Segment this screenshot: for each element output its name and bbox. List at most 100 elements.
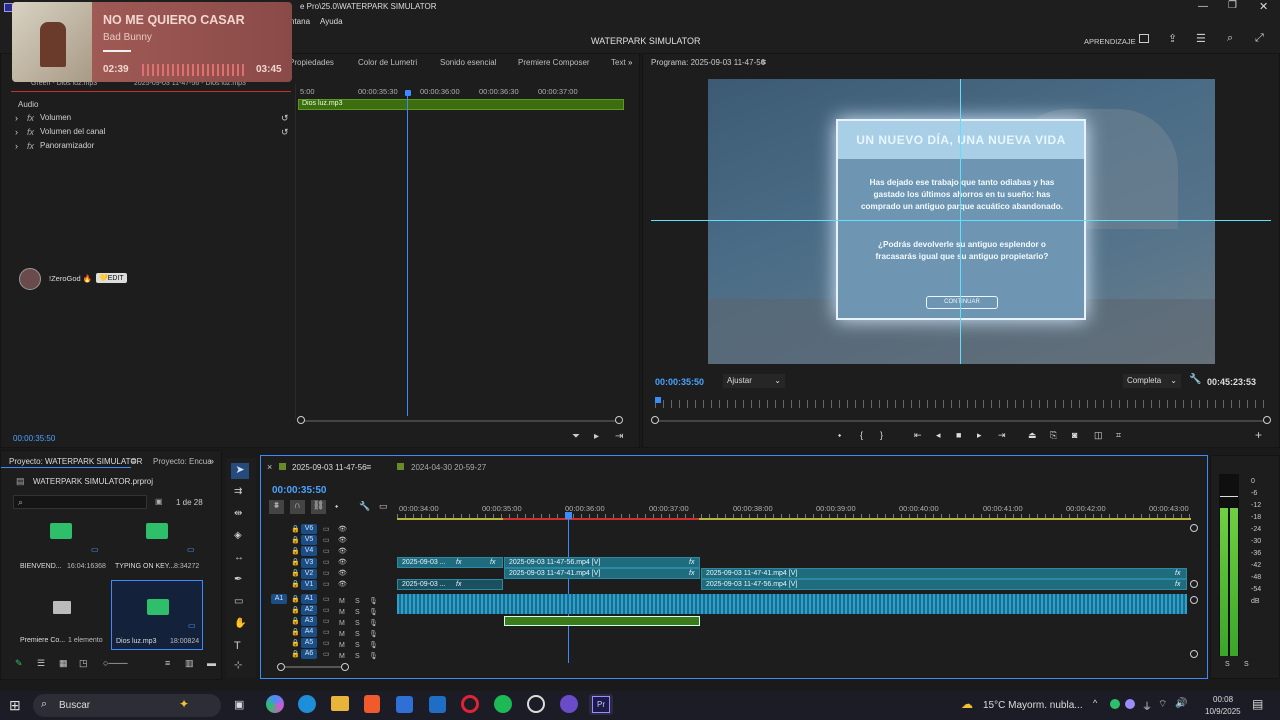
timeline-ruler[interactable]: 00:00:34:00 00:00:35:00 00:00:36:00 00:0… bbox=[397, 500, 1191, 522]
mic-column[interactable]: 🎙 🎙 🎙 🎙 🎙 🎙 bbox=[369, 596, 379, 662]
menu-window[interactable]: ntana bbox=[290, 17, 310, 26]
captions-icon[interactable]: ▭ bbox=[379, 501, 388, 512]
lock-column[interactable]: 🔒 🔒 🔒 🔒 🔒 🔒 bbox=[291, 524, 300, 590]
effect-row[interactable]: › fx Volumen del canal ↺ bbox=[15, 127, 295, 140]
discord-icon[interactable] bbox=[560, 695, 578, 713]
text-tool-icon[interactable]: T bbox=[234, 640, 241, 652]
opera-icon[interactable] bbox=[461, 695, 479, 713]
razor-icon[interactable]: ◈ bbox=[234, 530, 242, 541]
solo-button[interactable]: S bbox=[355, 653, 360, 660]
track-label[interactable]: A6 bbox=[301, 649, 317, 659]
solo-left-button[interactable]: S bbox=[1225, 661, 1230, 668]
mute-button[interactable]: M bbox=[339, 598, 345, 605]
extract-icon[interactable]: ⎘ bbox=[1050, 430, 1057, 441]
mark-in-icon[interactable]: { bbox=[860, 430, 863, 440]
track-label[interactable]: V3 bbox=[301, 558, 317, 568]
fullscreen-icon[interactable]: ⤢ bbox=[1255, 32, 1264, 45]
step-back-icon[interactable]: ◂ bbox=[936, 430, 941, 441]
track-label[interactable]: A5 bbox=[301, 638, 317, 648]
marker-icon[interactable]: ⬩ bbox=[335, 501, 338, 512]
clip-v3[interactable]: 2025-09-03 11-47-56.mp4 [V] fx bbox=[504, 557, 700, 568]
track-label[interactable]: V1 bbox=[301, 580, 317, 590]
filter-icon[interactable]: ⏷ bbox=[572, 431, 580, 442]
selection-tool-icon[interactable]: ➤ bbox=[231, 463, 249, 479]
track-label[interactable]: A2 bbox=[301, 605, 317, 615]
tray-app-icon[interactable] bbox=[1125, 699, 1135, 709]
solo-button[interactable]: S bbox=[355, 642, 360, 649]
scroll-handle-left[interactable] bbox=[277, 663, 285, 671]
panel-icon[interactable] bbox=[1139, 34, 1149, 43]
track-label[interactable]: A1 bbox=[301, 594, 317, 604]
pencil-icon[interactable]: ✎ bbox=[15, 658, 23, 669]
pen-icon[interactable]: ✒ bbox=[234, 574, 242, 585]
source-patch[interactable]: A1 bbox=[271, 594, 287, 604]
vr-icon[interactable]: ⌗ bbox=[1116, 430, 1121, 441]
tab-project[interactable]: Proyecto: WATERPARK SIMULATOR bbox=[9, 457, 142, 466]
clip-v2[interactable]: 2025-09-03 11-47-41.mp4 [V] fx bbox=[701, 568, 1187, 579]
program-playhead[interactable] bbox=[655, 397, 661, 403]
chevron-right-icon[interactable]: › bbox=[15, 113, 18, 123]
store-icon[interactable] bbox=[396, 696, 413, 713]
zoom-scrollbar[interactable] bbox=[297, 416, 623, 424]
scroll-handle-right[interactable] bbox=[615, 416, 623, 424]
solo-right-button[interactable]: S bbox=[1244, 661, 1249, 668]
mute-button[interactable]: M bbox=[339, 609, 345, 616]
reset-icon[interactable]: ↺ bbox=[281, 127, 289, 138]
clip-v3[interactable]: 2025-09-03 ... fx fx bbox=[397, 557, 503, 568]
wifi-icon[interactable]: ⌔ bbox=[1158, 698, 1167, 711]
program-ruler[interactable] bbox=[655, 400, 1267, 408]
brave-icon[interactable] bbox=[364, 695, 380, 713]
tab-project-2[interactable]: Proyecto: Encua bbox=[153, 457, 212, 466]
scroll-handle-left[interactable] bbox=[297, 416, 305, 424]
stop-icon[interactable]: ■ bbox=[956, 430, 961, 440]
menu-help[interactable]: Ayuda bbox=[320, 17, 343, 26]
solo-button[interactable]: S bbox=[355, 598, 360, 605]
sync-column[interactable]: ▭ ▭ ▭ ▭ ▭ ▭ bbox=[323, 524, 333, 590]
sync-column[interactable]: ▭ ▭ ▭ ▭ ▭ ▭ bbox=[323, 594, 333, 660]
freeform-view-icon[interactable]: ◳ bbox=[79, 658, 88, 669]
track-label[interactable]: A3 bbox=[301, 616, 317, 626]
search-input[interactable]: ⌕ bbox=[13, 495, 147, 509]
go-to-in-icon[interactable]: ⇤ bbox=[914, 430, 922, 441]
timeline-timecode[interactable]: 00:00:35:50 bbox=[272, 485, 326, 496]
fit-dropdown[interactable]: Ajustar ⌄ bbox=[723, 374, 785, 388]
mark-out-icon[interactable]: } bbox=[880, 430, 883, 440]
marker-icon[interactable]: ⬩ bbox=[838, 430, 841, 441]
wrench-icon[interactable]: 🔧 bbox=[359, 501, 370, 512]
scroll-handle[interactable] bbox=[1190, 650, 1198, 658]
solo-button[interactable]: S bbox=[355, 631, 360, 638]
export-icon[interactable]: ⇥ bbox=[615, 431, 623, 442]
program-tab[interactable]: Programa: 2025-09-03 11-47-56 bbox=[651, 58, 765, 67]
chevron-up-icon[interactable]: ^ bbox=[1093, 698, 1097, 708]
caption-tool-icon[interactable]: ⊹ bbox=[234, 660, 242, 671]
quality-dropdown[interactable]: Completa ⌄ bbox=[1123, 374, 1181, 388]
playhead-handle[interactable] bbox=[405, 90, 411, 96]
automate-icon[interactable]: ▥ bbox=[185, 658, 194, 669]
tab-premiere-composer[interactable]: Premiere Composer bbox=[518, 58, 590, 67]
linked-icon[interactable]: ⛓ bbox=[311, 500, 326, 514]
add-button[interactable]: + bbox=[1255, 428, 1262, 442]
tab-text[interactable]: Text bbox=[611, 58, 626, 67]
clock-time[interactable]: 00:08 bbox=[1213, 695, 1233, 704]
zoom-slider[interactable]: ○─── bbox=[103, 658, 128, 668]
solo-button[interactable]: S bbox=[355, 620, 360, 627]
scroll-handle[interactable] bbox=[1190, 580, 1198, 588]
effect-mini-timeline[interactable]: 5:00 00:00:35:30 00:00:36:00 00:00:36:30… bbox=[295, 84, 625, 419]
timeline-hscroll[interactable] bbox=[277, 663, 349, 671]
video-frame[interactable]: UN NUEVO DÍA, UNA NUEVA VIDA Has dejado … bbox=[708, 79, 1215, 364]
tray-app-icon[interactable] bbox=[1110, 699, 1120, 709]
share-icon[interactable]: ⇪ bbox=[1168, 32, 1177, 45]
magnet-icon[interactable]: ∩ bbox=[290, 500, 305, 514]
spotify-icon[interactable] bbox=[494, 695, 512, 713]
chevron-right-icon[interactable]: › bbox=[15, 127, 18, 137]
maximize-button[interactable]: ❐ bbox=[1228, 0, 1237, 11]
scroll-handle[interactable] bbox=[1190, 524, 1198, 532]
search-icon[interactable]: ⌕ bbox=[1227, 32, 1233, 45]
tab-sequence-2[interactable]: 2024-04-30 20-59-27 bbox=[411, 463, 486, 472]
eye-column[interactable]: 👁 👁 👁 👁 👁 👁 bbox=[338, 524, 348, 590]
sort-icon[interactable]: ≡ bbox=[165, 658, 170, 668]
menu-lines-icon[interactable]: ☰ bbox=[1196, 32, 1206, 45]
outlook-icon[interactable] bbox=[429, 696, 446, 713]
program-timecode[interactable]: 00:00:35:50 bbox=[655, 377, 704, 387]
track-label[interactable]: V6 bbox=[301, 524, 317, 534]
